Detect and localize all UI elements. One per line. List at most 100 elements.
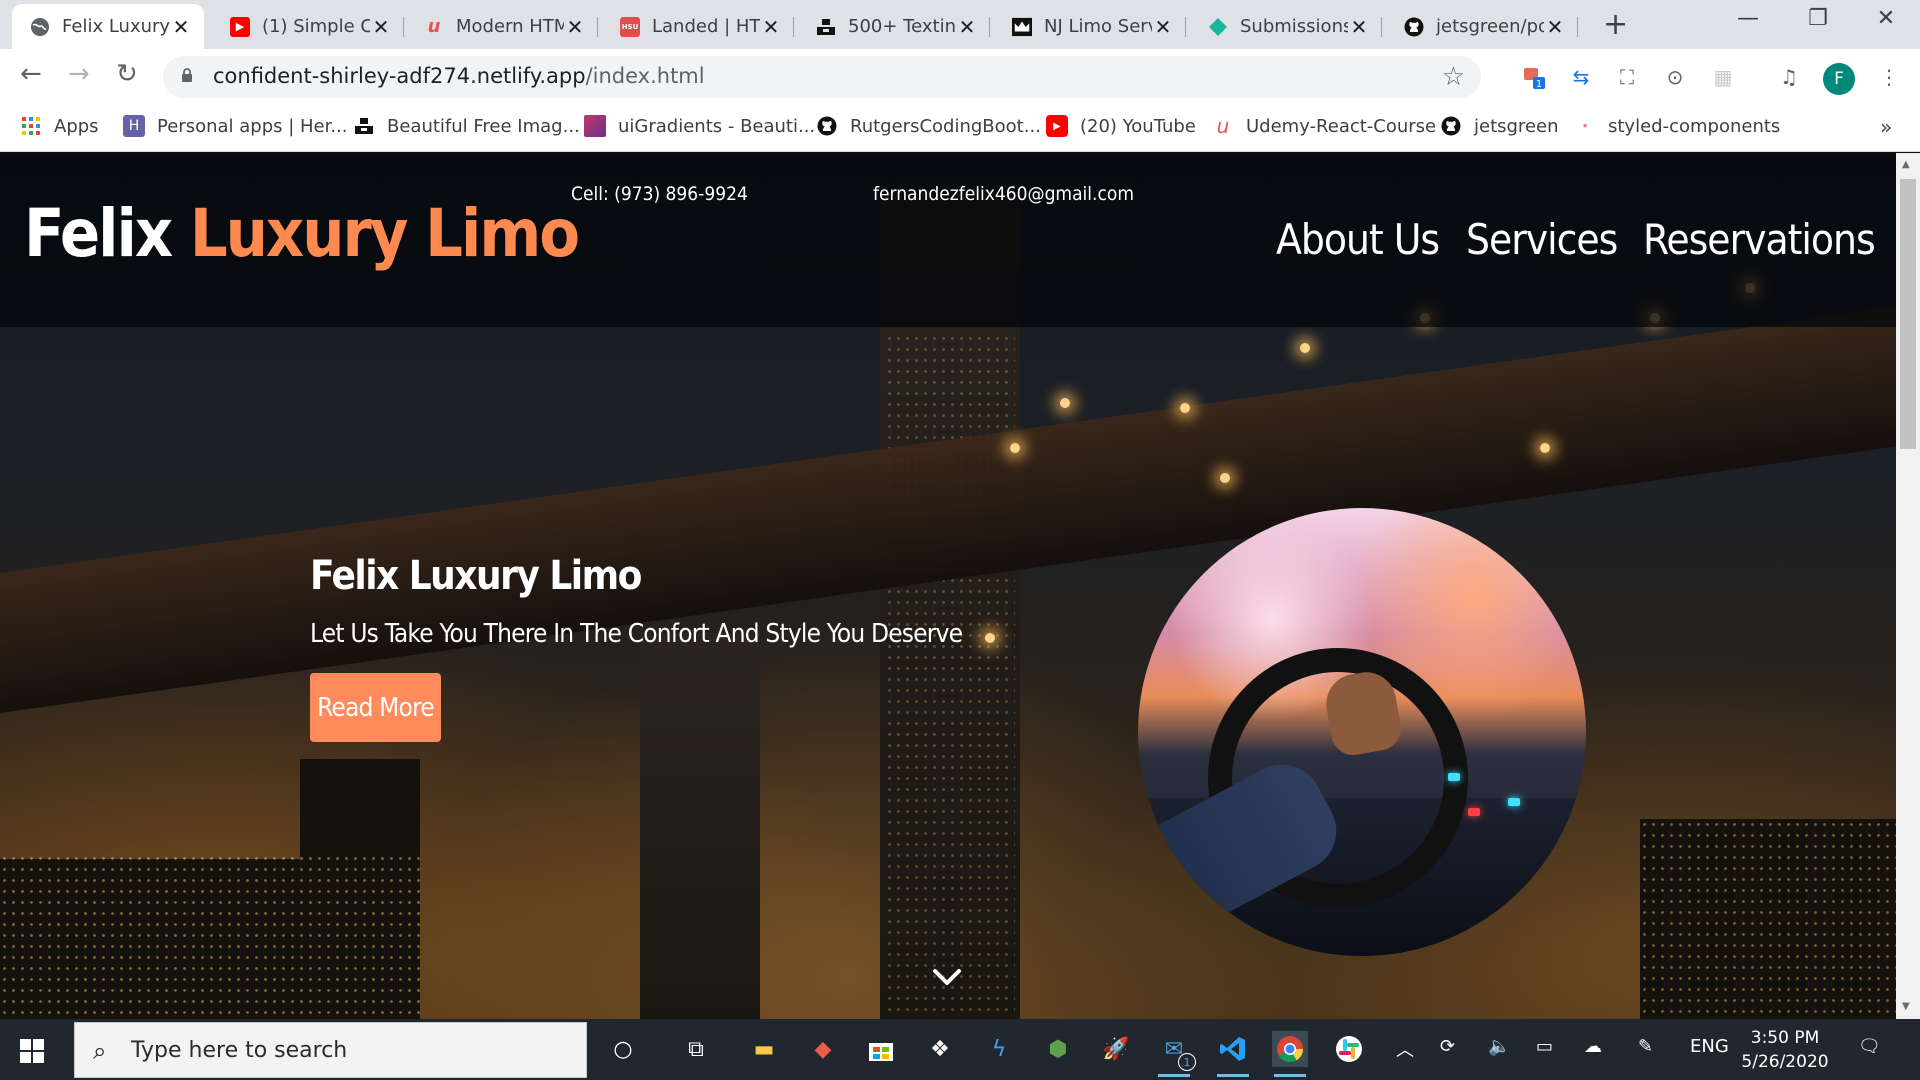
scrollbar-thumb[interactable] (1900, 179, 1916, 449)
bookmark-uigradients[interactable]: uiGradients - Beauti... (584, 115, 815, 137)
dev-tools-icon[interactable]: ⊙ (1662, 64, 1688, 90)
bookmark-star-icon[interactable]: ☆ (1442, 62, 1465, 92)
tab-simple-css[interactable]: ▶ (1) Simple Css ✕ (212, 4, 404, 49)
taskbar-clock[interactable]: 3:50 PM 5/26/2020 (1735, 1026, 1835, 1074)
unsplash-icon (816, 17, 836, 37)
nodejs-icon[interactable]: ⬢ (1040, 1031, 1076, 1067)
tab-felix-luxury-limo[interactable]: Felix Luxury Limo ✕ (12, 4, 204, 49)
hero-subtitle: Let Us Take You There In The Confort And… (310, 619, 963, 649)
rocket-icon[interactable]: 🚀 (1098, 1031, 1134, 1067)
bookmark-rutgers[interactable]: RutgersCodingBoot... (816, 115, 1041, 137)
forward-arrow-icon[interactable]: → (68, 61, 90, 87)
email-address[interactable]: fernandezfelix460@gmail.com (873, 183, 1134, 205)
extension-placeholder-icon[interactable]: ▦ (1710, 64, 1736, 90)
close-tab-icon[interactable]: ✕ (956, 17, 978, 37)
read-more-button[interactable]: Read More (310, 673, 441, 742)
scroll-down-chevron-icon[interactable] (931, 961, 963, 993)
taskbar-search-input[interactable] (131, 1035, 561, 1065)
nav-services[interactable]: Services (1466, 215, 1618, 264)
back-arrow-icon[interactable]: ← (20, 61, 42, 87)
scroll-up-arrow-icon[interactable]: ▲ (1902, 159, 1910, 170)
heroku-icon: H (123, 115, 145, 137)
site-logo[interactable]: Felix Luxury Limo (24, 195, 580, 272)
bookmark-youtube[interactable]: ▶ (20) YouTube (1046, 115, 1196, 137)
bookmark-unsplash[interactable]: Beautiful Free Imag... (353, 115, 580, 137)
mail-icon[interactable]: ✉ 1 (1156, 1031, 1196, 1077)
gradient-icon (584, 115, 606, 137)
hero-driver-image (1138, 508, 1586, 956)
taskbar-search-box[interactable]: ⌕ (74, 1022, 587, 1078)
microsoft-store-icon[interactable] (863, 1031, 899, 1067)
screen-capture-icon[interactable]: ⛶ (1614, 64, 1640, 90)
close-tab-icon[interactable]: ✕ (1152, 17, 1174, 37)
close-tab-icon[interactable]: ✕ (564, 17, 586, 37)
tray-overflow-icon[interactable]: ︿ (1396, 1036, 1414, 1062)
tab-nj-limo-services[interactable]: NJ Limo Services ✕ (994, 4, 1186, 49)
tray-update-icon[interactable]: ⟳ (1440, 1036, 1455, 1057)
pen-icon[interactable]: ✎ (1638, 1036, 1653, 1057)
media-queue-icon[interactable]: ♫ (1776, 64, 1802, 90)
close-tab-icon[interactable]: ✕ (760, 17, 782, 37)
azure-functions-icon[interactable]: ϟ (981, 1031, 1017, 1067)
menu-dots-icon[interactable]: ⋮ (1876, 64, 1902, 90)
tab-texting[interactable]: 500+ Texting ✕ (798, 4, 990, 49)
close-tab-icon[interactable]: ✕ (1348, 17, 1370, 37)
browser-toolbar: ← → ↻ confident-shirley-adf274.netlify.a… (0, 49, 1920, 105)
restore-window-icon[interactable]: ❐ (1788, 6, 1848, 31)
youtube-icon: ▶ (1046, 115, 1068, 137)
page-scrollbar[interactable]: ▲ ▼ (1896, 153, 1920, 1019)
reload-icon[interactable]: ↻ (116, 61, 138, 87)
tab-jetsgreen-portfolio[interactable]: jetsgreen/portfolio ✕ (1386, 4, 1578, 49)
styled-components-icon: ⋆ (1580, 118, 1590, 134)
tab-landed-html[interactable]: HSU Landed | HTML ✕ (602, 4, 794, 49)
bookmarks-overflow-icon[interactable]: » (1880, 115, 1892, 139)
bg-light (1540, 443, 1550, 453)
bookmark-heroku[interactable]: H Personal apps | Her... (123, 115, 348, 137)
input-language[interactable]: ENG (1690, 1036, 1729, 1057)
address-bar[interactable]: confident-shirley-adf274.netlify.app/ind… (163, 56, 1481, 98)
tab-submissions[interactable]: Submissions ✕ (1190, 4, 1382, 49)
slack-icon[interactable] (1331, 1031, 1367, 1067)
profile-avatar[interactable]: F (1823, 63, 1855, 95)
close-window-icon[interactable]: ✕ (1856, 6, 1916, 31)
onedrive-icon[interactable]: ☁ (1584, 1036, 1602, 1057)
scroll-down-arrow-icon[interactable]: ▼ (1902, 1001, 1910, 1012)
github-icon (816, 115, 838, 137)
html5up-icon: HSU (620, 16, 640, 37)
udemy-icon: u (1216, 114, 1230, 138)
battery-icon[interactable]: ▭ (1536, 1036, 1553, 1057)
windows-taskbar: ⌕ ○ ⧉ ▬ ◆ ❖ ϟ ⬢ 🚀 ✉1 ︿ ⟳ 🔈 ▭ ☁ ✎ ENG 3:5… (0, 1019, 1920, 1080)
bookmark-styled-components[interactable]: ⋆ styled-components (1574, 115, 1781, 137)
diamond-icon (1208, 17, 1228, 37)
vscode-icon[interactable] (1215, 1031, 1251, 1077)
hero-title: Felix Luxury Limo (310, 553, 642, 599)
bookmark-apps[interactable]: Apps (20, 115, 99, 137)
sync-arrows-icon[interactable]: ⇆ (1568, 64, 1594, 90)
dropbox-icon[interactable]: ❖ (922, 1031, 958, 1067)
close-tab-icon[interactable]: ✕ (1544, 17, 1566, 37)
new-tab-button[interactable]: + (1603, 10, 1628, 40)
extension-icon[interactable]: 1 (1521, 64, 1547, 90)
file-explorer-icon[interactable]: ▬ (746, 1031, 782, 1067)
close-tab-icon[interactable]: ✕ (170, 17, 192, 37)
action-center-icon[interactable]: 🗨 (1858, 1036, 1881, 1057)
bookmarks-bar: Apps H Personal apps | Her... Beautiful … (0, 105, 1920, 152)
bookmark-udemy[interactable]: u Udemy-React-Course (1212, 114, 1436, 138)
nav-about-us[interactable]: About Us (1276, 215, 1440, 264)
dashboard-light (1508, 798, 1520, 806)
gitkraken-icon[interactable]: ◆ (805, 1031, 841, 1067)
chrome-icon[interactable] (1272, 1031, 1308, 1077)
volume-icon[interactable]: 🔈 (1488, 1036, 1510, 1057)
close-tab-icon[interactable]: ✕ (370, 17, 392, 37)
nav-reservations[interactable]: Reservations (1643, 215, 1876, 264)
bg-light (1300, 343, 1310, 353)
phone-number: Cell: (973) 896-9924 (571, 183, 748, 205)
github-icon (1440, 115, 1462, 137)
cortana-icon[interactable]: ○ (605, 1031, 641, 1067)
minimize-window-icon[interactable]: — (1718, 6, 1778, 31)
bookmark-jetsgreen[interactable]: jetsgreen (1440, 115, 1559, 137)
task-view-icon[interactable]: ⧉ (678, 1031, 714, 1067)
windows-start-icon[interactable] (20, 1039, 44, 1063)
youtube-icon: ▶ (230, 16, 250, 37)
tab-modern-html[interactable]: u Modern HTML ✕ (406, 4, 598, 49)
